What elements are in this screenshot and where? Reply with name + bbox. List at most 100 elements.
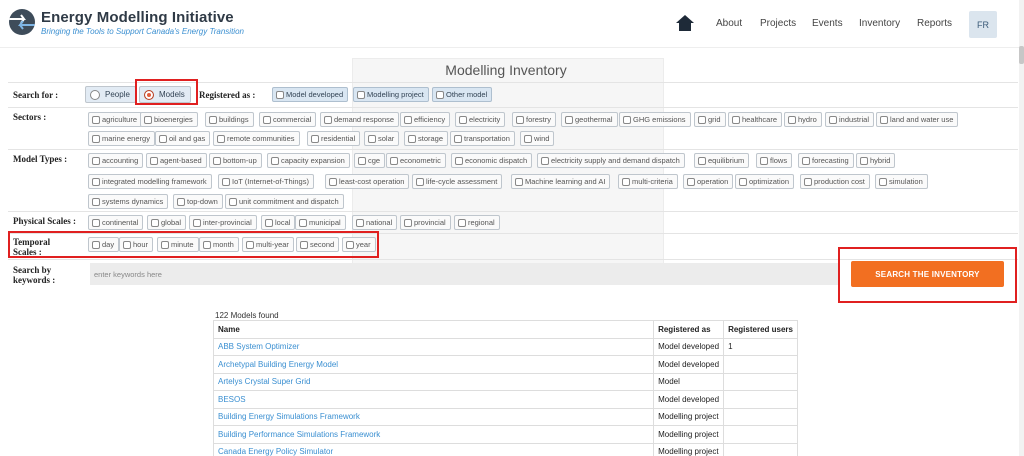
chip-cge[interactable]: cge <box>354 153 386 168</box>
chip-model-developed[interactable]: Model developed <box>272 87 349 102</box>
nav-events[interactable]: Events <box>812 18 843 29</box>
chip-transportation[interactable]: transportation <box>450 131 515 146</box>
chip-solar[interactable]: solar <box>364 131 400 146</box>
model-types-row: Model Types : accounting agent-based bot… <box>8 149 1018 210</box>
sectors-label: Sectors : <box>13 112 47 122</box>
chip-geothermal[interactable]: geothermal <box>561 112 618 127</box>
chip-economic-dispatch[interactable]: economic dispatch <box>451 153 533 168</box>
chip-wind[interactable]: wind <box>520 131 555 146</box>
chip-storage[interactable]: storage <box>404 131 449 146</box>
chip-econometric[interactable]: econometric <box>386 153 446 168</box>
radio-people[interactable]: People <box>85 86 136 103</box>
chip-bottom-up[interactable]: bottom-up <box>209 153 262 168</box>
chip-land-and-water-use[interactable]: land and water use <box>876 112 959 127</box>
physical-scales-row: Physical Scales : continental global int… <box>8 211 1018 232</box>
chip-municipal[interactable]: municipal <box>295 215 346 230</box>
chip-local[interactable]: local <box>261 215 296 230</box>
table-row: Building Performance Simulations Framewo… <box>212 425 798 444</box>
chip-simulation[interactable]: simulation <box>875 174 928 189</box>
nav-about[interactable]: About <box>716 18 742 29</box>
chip-inter-provincial[interactable]: inter-provincial <box>189 215 257 230</box>
registered-users-cell <box>723 425 798 444</box>
chip-integrated-modelling-framework[interactable]: integrated modelling framework <box>88 174 212 189</box>
scrollbar-thumb[interactable] <box>1019 46 1024 64</box>
chip-industrial[interactable]: industrial <box>825 112 875 127</box>
model-types-label: Model Types : <box>13 154 68 164</box>
chip-continental[interactable]: continental <box>88 215 144 230</box>
chip-unit-commitment-dispatch[interactable]: unit commitment and dispatch <box>225 194 344 209</box>
registered-as-cell: Model <box>653 372 725 391</box>
keywords-input[interactable]: enter keywords here <box>90 263 838 285</box>
radio-icon[interactable] <box>90 89 100 100</box>
chip-forecasting[interactable]: forecasting <box>798 153 854 168</box>
chip-accounting[interactable]: accounting <box>88 153 144 168</box>
model-name-link[interactable]: Building Performance Simulations Framewo… <box>212 425 655 444</box>
registered-as-cell: Modelling project <box>653 407 725 426</box>
model-name-link[interactable]: Building Energy Simulations Framework <box>212 407 655 426</box>
column-header-name[interactable]: Name <box>212 320 655 339</box>
results-count: 122 Models found <box>215 311 279 320</box>
chip-flows[interactable]: flows <box>756 153 793 168</box>
logo-icon[interactable] <box>9 9 35 35</box>
chip-top-down[interactable]: top-down <box>173 194 223 209</box>
chip-global[interactable]: global <box>147 215 187 230</box>
chip-bioenergies[interactable]: bioenergies <box>140 112 198 127</box>
chip-agriculture[interactable]: agriculture <box>88 112 143 127</box>
model-name-link[interactable]: Artelys Crystal Super Grid <box>212 372 655 391</box>
nav-inventory[interactable]: Inventory <box>859 18 900 29</box>
chip-equilibrium[interactable]: equilibrium <box>694 153 750 168</box>
highlight-models-box <box>135 79 198 105</box>
chip-production-cost[interactable]: production cost <box>800 174 870 189</box>
table-header-row: Name Registered as Registered users <box>212 320 798 339</box>
chip-life-cycle-assessment[interactable]: life-cycle assessment <box>412 174 503 189</box>
sectors-row: Sectors : agriculture bioenergies buildi… <box>8 107 1018 148</box>
nav-reports[interactable]: Reports <box>917 18 952 29</box>
model-name-link[interactable]: Canada Energy Policy Simulator <box>212 442 655 456</box>
page-scrollbar[interactable] <box>1019 0 1024 456</box>
chip-other-model[interactable]: Other model <box>432 87 493 102</box>
model-name-link[interactable]: Archetypal Building Energy Model <box>212 355 655 374</box>
chip-forestry[interactable]: forestry <box>512 112 557 127</box>
table-row: Canada Energy Policy Simulator Modelling … <box>212 442 798 456</box>
nav-projects[interactable]: Projects <box>760 18 796 29</box>
chip-electricity[interactable]: electricity <box>455 112 506 127</box>
chip-demand-response[interactable]: demand response <box>320 112 400 127</box>
chip-oil-and-gas[interactable]: oil and gas <box>155 131 211 146</box>
chip-least-cost-operation[interactable]: least-cost operation <box>325 174 410 189</box>
chip-efficiency[interactable]: efficiency <box>400 112 451 127</box>
chip-multi-criteria[interactable]: multi-criteria <box>618 174 678 189</box>
chip-grid[interactable]: grid <box>694 112 726 127</box>
chip-ghg-emissions[interactable]: GHG emissions <box>619 112 691 127</box>
chip-remote-communities[interactable]: remote communities <box>213 131 300 146</box>
chip-marine-energy[interactable]: marine energy <box>88 131 155 146</box>
chip-machine-learning-ai[interactable]: Machine learning and AI <box>511 174 611 189</box>
chip-modelling-project[interactable]: Modelling project <box>353 87 429 102</box>
column-header-registered-users[interactable]: Registered users <box>723 320 798 339</box>
model-name-link[interactable]: ABB System Optimizer <box>212 337 655 356</box>
chip-regional[interactable]: regional <box>454 215 500 230</box>
chip-healthcare[interactable]: healthcare <box>728 112 783 127</box>
site-title[interactable]: Energy Modelling Initiative <box>41 9 234 26</box>
chip-operation[interactable]: operation <box>683 174 734 189</box>
chip-electricity-supply-demand-dispatch[interactable]: electricity supply and demand dispatch <box>537 153 685 168</box>
chip-provincial[interactable]: provincial <box>400 215 451 230</box>
chip-hydro[interactable]: hydro <box>784 112 822 127</box>
chip-optimization[interactable]: optimization <box>735 174 795 189</box>
table-row: Archetypal Building Energy Model Model de… <box>212 355 798 374</box>
chip-hybrid[interactable]: hybrid <box>856 153 896 168</box>
chip-iot[interactable]: IoT (Internet-of-Things) <box>218 174 314 189</box>
model-name-link[interactable]: BESOS <box>212 390 655 409</box>
table-row: Artelys Crystal Super Grid Model <box>212 372 798 391</box>
chip-capacity-expansion[interactable]: capacity expansion <box>267 153 350 168</box>
column-header-registered-as[interactable]: Registered as <box>653 320 725 339</box>
home-icon[interactable] <box>675 14 695 32</box>
chip-systems-dynamics[interactable]: systems dynamics <box>88 194 169 209</box>
chip-agent-based[interactable]: agent-based <box>146 153 207 168</box>
chip-commercial[interactable]: commercial <box>259 112 317 127</box>
chip-buildings[interactable]: buildings <box>205 112 254 127</box>
physical-scales-label: Physical Scales : <box>13 216 76 226</box>
chip-residential[interactable]: residential <box>307 131 361 146</box>
language-toggle-button[interactable]: FR <box>969 11 997 38</box>
table-row: ABB System Optimizer Model developed 1 <box>212 337 798 356</box>
chip-national[interactable]: national <box>352 215 398 230</box>
